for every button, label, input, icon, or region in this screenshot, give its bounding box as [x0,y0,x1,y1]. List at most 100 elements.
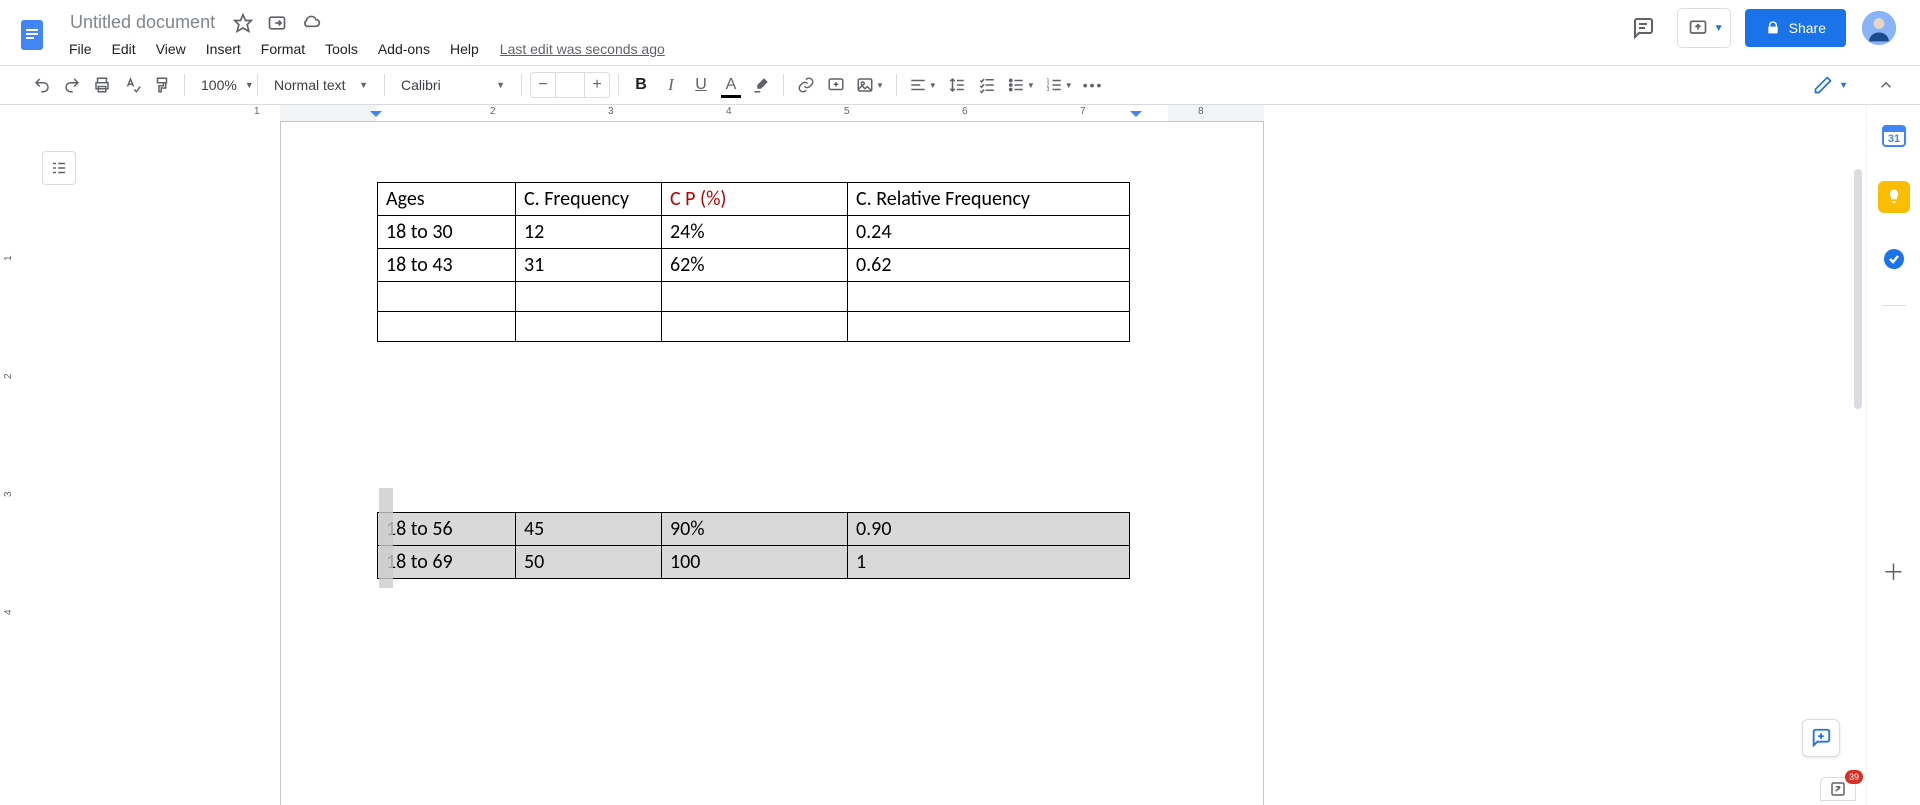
menu-help[interactable]: Help [441,37,488,61]
table-cell[interactable] [848,312,1130,342]
menu-insert[interactable]: Insert [197,37,250,61]
table-cell[interactable]: C. Relative Frequency [848,183,1130,216]
menu-view[interactable]: View [147,37,195,61]
line-spacing-button[interactable] [943,71,971,99]
bulleted-list-button[interactable]: ▼ [1003,71,1039,99]
last-edit-link[interactable]: Last edit was seconds ago [500,41,665,57]
redo-button[interactable] [58,71,86,99]
highlight-color-button[interactable] [747,71,775,99]
checklist-button[interactable] [973,71,1001,99]
table-cell[interactable] [662,312,848,342]
menu-edit[interactable]: Edit [103,37,145,61]
keep-sidebar-button[interactable] [1878,181,1910,213]
text-color-button[interactable]: A [717,71,745,99]
table-cell[interactable]: 24% [662,216,848,249]
share-button[interactable]: Share [1745,9,1846,47]
table-cell[interactable]: 18 to 69 [378,546,516,579]
table-cell[interactable]: 45 [516,513,662,546]
numbered-list-button[interactable]: 123▼ [1041,71,1077,99]
table-cell[interactable]: 62% [662,249,848,282]
document-title[interactable]: Untitled document [66,10,219,35]
table-cell[interactable] [662,282,848,312]
table-cell[interactable] [516,282,662,312]
table-cell[interactable] [378,312,516,342]
star-icon[interactable] [233,13,253,33]
menu-file[interactable]: File [60,37,101,61]
docs-logo[interactable] [12,8,52,62]
table-cell[interactable]: 0.90 [848,513,1130,546]
undo-button[interactable] [28,71,56,99]
table-cell[interactable] [378,282,516,312]
floating-add-comment-button[interactable] [1802,719,1840,757]
font-family-select[interactable]: Calibri▼ [393,71,513,99]
editing-mode-button[interactable]: ▼ [1805,71,1856,99]
collapse-toolbar-button[interactable] [1872,71,1900,99]
explore-button[interactable]: 39 [1820,777,1856,801]
table-cell[interactable]: 1 [848,546,1130,579]
paragraph-style-select[interactable]: Normal text▼ [266,71,376,99]
italic-button[interactable]: I [657,71,685,99]
table-frequency[interactable]: Ages C. Frequency C P (%) C. Relative Fr… [377,182,1130,342]
indent-marker-right[interactable] [1130,111,1142,121]
table-cell[interactable]: 18 to 56 [378,513,516,546]
calendar-sidebar-button[interactable]: 31 [1878,119,1910,151]
table-cell[interactable] [848,282,1130,312]
table-cell[interactable]: 100 [662,546,848,579]
indent-marker-left[interactable] [370,111,382,121]
table-cell[interactable]: 50 [516,546,662,579]
menu-addons[interactable]: Add-ons [369,37,439,61]
table-cell[interactable] [516,312,662,342]
separator [896,74,897,96]
table-cell[interactable]: 0.24 [848,216,1130,249]
table-cell[interactable]: 12 [516,216,662,249]
table-row[interactable] [378,282,1130,312]
increase-font-button[interactable]: + [585,76,609,94]
decrease-font-button[interactable]: − [531,76,555,94]
paint-format-button[interactable] [148,71,176,99]
table-row[interactable]: Ages C. Frequency C P (%) C. Relative Fr… [378,183,1130,216]
insert-link-button[interactable] [792,71,820,99]
table-cell[interactable]: 90% [662,513,848,546]
show-outline-button[interactable] [42,151,76,185]
table-row[interactable]: 18 to 30 12 24% 0.24 [378,216,1130,249]
table-cell[interactable]: C. Frequency [516,183,662,216]
comments-history-button[interactable] [1623,8,1663,48]
add-comment-button[interactable] [822,71,850,99]
bold-button[interactable]: B [627,71,655,99]
underline-button[interactable]: U [687,71,715,99]
align-button[interactable]: ▼ [905,71,941,99]
cloud-status-icon[interactable] [301,13,321,33]
table-cell[interactable]: C P (%) [662,183,848,216]
get-addons-button[interactable]: ＋ [1882,559,1906,583]
more-button[interactable]: ••• [1079,71,1108,99]
table-frequency-selected[interactable]: 18 to 56 45 90% 0.90 18 to 69 50 100 1 [377,512,1130,579]
menu-format[interactable]: Format [252,37,314,61]
table-row[interactable]: 18 to 43 31 62% 0.62 [378,249,1130,282]
font-size-input[interactable] [555,73,585,97]
print-button[interactable] [88,71,116,99]
move-icon[interactable] [267,13,287,33]
lock-icon [1765,20,1781,36]
table-cell[interactable]: 31 [516,249,662,282]
keep-icon [1885,188,1903,206]
menu-tools[interactable]: Tools [316,37,367,61]
separator [1882,305,1906,306]
font-size-stepper[interactable]: − + [530,72,610,98]
table-row[interactable] [378,312,1130,342]
horizontal-ruler[interactable]: 1 2 3 4 5 6 7 8 [20,105,1864,121]
zoom-select[interactable]: 100%▼ [193,71,249,99]
scrollbar-thumb[interactable] [1854,169,1862,409]
vertical-ruler[interactable]: 1 2 3 4 [0,121,20,805]
table-cell[interactable]: 18 to 30 [378,216,516,249]
insert-image-button[interactable]: ▼ [852,71,888,99]
spellcheck-button[interactable] [118,71,146,99]
table-cell[interactable]: 18 to 43 [378,249,516,282]
table-cell[interactable]: Ages [378,183,516,216]
document-page[interactable]: Ages C. Frequency C P (%) C. Relative Fr… [280,121,1264,805]
present-button[interactable]: ▼ [1677,8,1731,48]
table-row[interactable]: 18 to 69 50 100 1 [378,546,1130,579]
account-avatar[interactable] [1860,9,1898,47]
table-cell[interactable]: 0.62 [848,249,1130,282]
table-row[interactable]: 18 to 56 45 90% 0.90 [378,513,1130,546]
tasks-sidebar-button[interactable] [1878,243,1910,275]
